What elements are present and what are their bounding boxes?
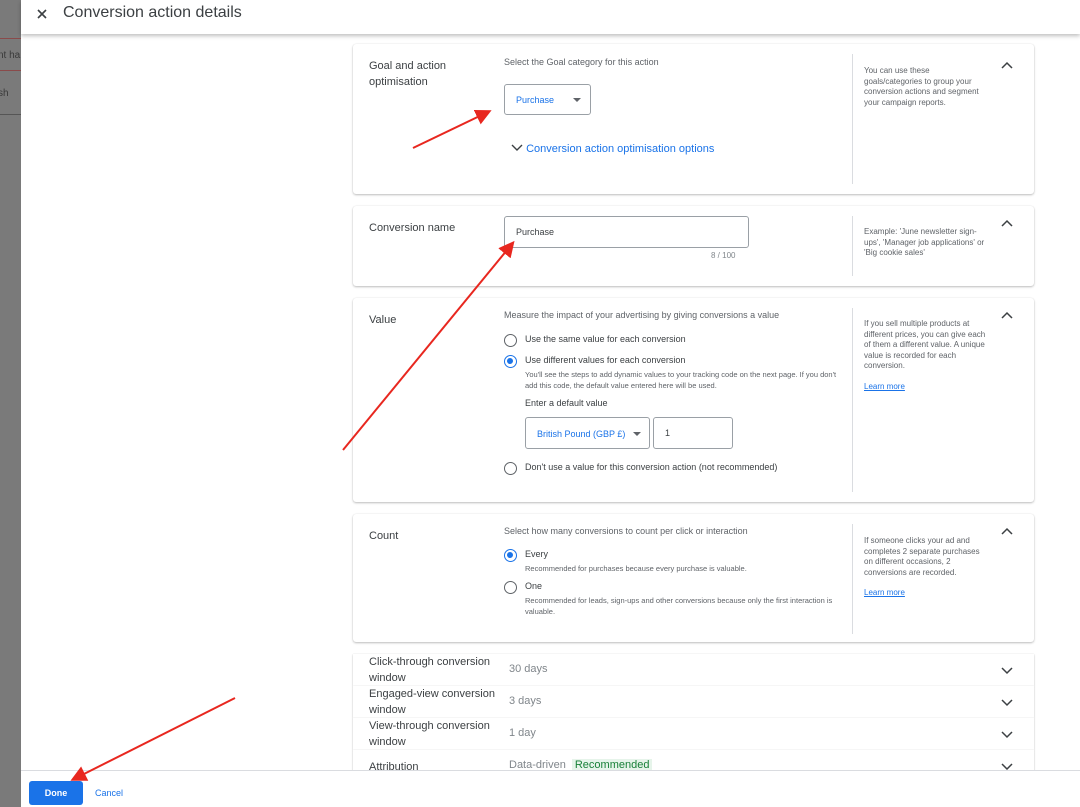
setting-label: View-through conversion window bbox=[369, 720, 490, 748]
optimisation-options-label: Conversion action optimisation options bbox=[526, 143, 715, 155]
radio-label: Use the same value for each conversion bbox=[525, 334, 686, 344]
count-help-body: If someone clicks your ad and completes … bbox=[864, 536, 980, 577]
currency-select[interactable]: British Pound (GBP £) bbox=[525, 417, 650, 449]
section-title: Goal and action optimisation bbox=[369, 60, 447, 88]
value-card: Value Measure the impact of your adverti… bbox=[353, 298, 1034, 502]
help-divider bbox=[852, 524, 853, 634]
radio-description: Recommended for leads, sign-ups and othe… bbox=[525, 596, 833, 616]
attribution-row[interactable]: Attribution Data-driven Recommended bbox=[353, 750, 1034, 770]
conversion-action-dialog: Conversion action details Goal and actio… bbox=[21, 0, 1080, 807]
chevron-down-icon bbox=[511, 144, 523, 151]
chevron-up-icon bbox=[1001, 311, 1013, 319]
section-title: Conversion name bbox=[369, 222, 456, 234]
count-subtitle: Select how many conversions to count per… bbox=[504, 526, 748, 536]
optimisation-options-link[interactable]: Conversion action optimisation options bbox=[511, 143, 714, 155]
setting-value: Data-driven bbox=[509, 759, 566, 770]
view-through-window-row[interactable]: View-through conversion window 1 day bbox=[353, 718, 1034, 750]
radio-button[interactable] bbox=[504, 462, 517, 475]
goal-category-select[interactable]: Purchase bbox=[504, 84, 591, 115]
count-card: Count Select how many conversions to cou… bbox=[353, 514, 1034, 642]
divider bbox=[0, 70, 21, 71]
character-counter: 8 / 100 bbox=[711, 251, 736, 260]
setting-value: 30 days bbox=[509, 663, 548, 675]
radio-button-checked[interactable] bbox=[504, 549, 517, 562]
background-row-text: sh bbox=[0, 88, 9, 99]
section-title: Count bbox=[369, 530, 399, 542]
learn-more-link[interactable]: Learn more bbox=[864, 588, 989, 599]
attribution-value: Data-driven Recommended bbox=[509, 759, 653, 770]
background-app-panel: nt ha sh bbox=[0, 0, 21, 807]
default-value-input[interactable] bbox=[653, 417, 733, 449]
radio-label: One bbox=[525, 581, 543, 591]
chevron-down-icon bbox=[1001, 731, 1013, 739]
name-help-text: Example: 'June newsletter sign-ups', 'Ma… bbox=[864, 227, 985, 257]
divider bbox=[0, 38, 21, 39]
conversion-name-card: Conversion name 8 / 100 Example: 'June n… bbox=[353, 206, 1034, 286]
dialog-header: Conversion action details bbox=[21, 0, 1080, 34]
chevron-down-icon bbox=[1001, 699, 1013, 707]
radio-label: Every bbox=[525, 549, 549, 559]
radio-label: Use different values for each conversion bbox=[525, 355, 686, 365]
chevron-down-icon bbox=[1001, 667, 1013, 675]
chevron-down-icon bbox=[1001, 763, 1013, 770]
setting-label: Attribution bbox=[369, 761, 419, 770]
conversion-name-input[interactable] bbox=[504, 216, 749, 248]
close-icon bbox=[37, 9, 47, 19]
divider bbox=[0, 114, 21, 115]
radio-description: You'll see the steps to add dynamic valu… bbox=[525, 370, 837, 390]
dialog-title: Conversion action details bbox=[63, 4, 242, 21]
collapse-count-button[interactable] bbox=[999, 524, 1015, 540]
background-row-text: nt ha bbox=[0, 50, 21, 61]
value-help-body: If you sell multiple products at differe… bbox=[864, 319, 986, 370]
setting-value: 1 day bbox=[509, 727, 536, 739]
setting-value: 3 days bbox=[509, 695, 542, 707]
goal-subtitle: Select the Goal category for this action bbox=[504, 57, 659, 67]
default-value-label: Enter a default value bbox=[525, 398, 608, 408]
goal-optimisation-card: Goal and action optimisation Select the … bbox=[353, 44, 1034, 194]
click-through-window-row[interactable]: Click-through conversion window 30 days bbox=[353, 654, 1034, 686]
radio-button-checked[interactable] bbox=[504, 355, 517, 368]
setting-label: Engaged-view conversion window bbox=[369, 688, 495, 716]
section-title: Value bbox=[369, 314, 397, 326]
radio-button[interactable] bbox=[504, 334, 517, 347]
radio-description: Recommended for purchases because every … bbox=[525, 564, 747, 573]
goal-help-text: You can use these goals/categories to gr… bbox=[864, 66, 979, 107]
count-help-text: If someone clicks your ad and completes … bbox=[864, 536, 989, 599]
engaged-view-window-row[interactable]: Engaged-view conversion window 3 days bbox=[353, 686, 1034, 718]
setting-label: Click-through conversion window bbox=[369, 656, 491, 684]
goal-category-value: Purchase bbox=[516, 95, 555, 105]
chevron-up-icon bbox=[1001, 61, 1013, 69]
cancel-button[interactable]: Cancel bbox=[95, 788, 123, 798]
chevron-up-icon bbox=[1001, 219, 1013, 227]
learn-more-link[interactable]: Learn more bbox=[864, 382, 989, 393]
dropdown-arrow-icon bbox=[573, 98, 581, 102]
help-divider bbox=[852, 216, 853, 276]
help-divider bbox=[852, 308, 853, 492]
value-help-text: If you sell multiple products at differe… bbox=[864, 319, 989, 392]
radio-button[interactable] bbox=[504, 581, 517, 594]
dialog-footer: Done Cancel bbox=[21, 770, 1080, 807]
close-button[interactable] bbox=[33, 4, 53, 24]
recommended-badge: Recommended bbox=[571, 759, 653, 770]
help-divider bbox=[852, 54, 853, 184]
chevron-up-icon bbox=[1001, 527, 1013, 535]
collapse-goal-button[interactable] bbox=[999, 58, 1015, 74]
radio-label: Don't use a value for this conversion ac… bbox=[525, 462, 778, 472]
collapse-value-button[interactable] bbox=[999, 308, 1015, 324]
dropdown-arrow-icon bbox=[633, 432, 641, 436]
dialog-content[interactable]: Goal and action optimisation Select the … bbox=[21, 34, 1080, 770]
currency-value: British Pound (GBP £) bbox=[537, 429, 626, 439]
done-button[interactable]: Done bbox=[29, 781, 83, 805]
collapse-name-button[interactable] bbox=[999, 216, 1015, 232]
value-subtitle: Measure the impact of your advertising b… bbox=[504, 310, 780, 320]
